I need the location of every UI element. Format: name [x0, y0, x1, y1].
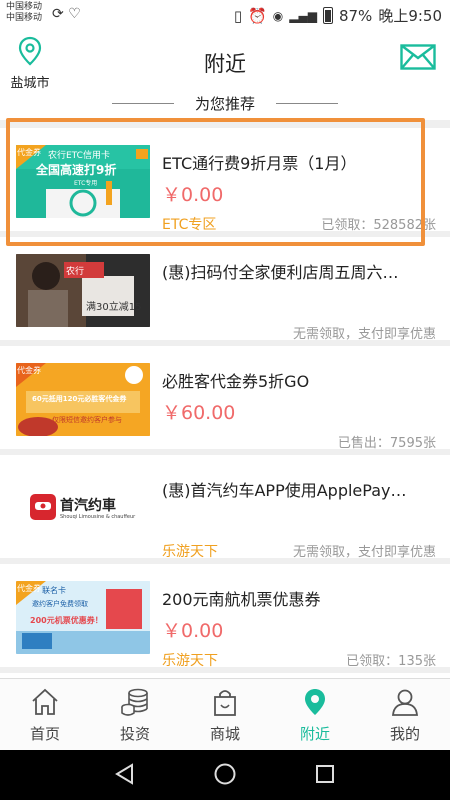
thumb-text: 全国高速打9折: [36, 163, 117, 177]
thumb-text: 联名卡: [42, 586, 66, 595]
mail-icon: [400, 44, 436, 70]
header: 盐城市 附近: [0, 30, 450, 91]
offer-meta: 已领取：135张: [346, 654, 436, 669]
tab-label: 首页: [29, 725, 60, 743]
offer-meta: 无需领取，支付即享优惠: [292, 545, 436, 560]
list-item[interactable]: 农行 满30立减15 (惠)扫码付全家便利店周五周六… 无需领取，支付即享优惠: [0, 237, 450, 342]
offer-title: (惠)扫码付全家便利店周五周六…: [162, 263, 399, 282]
offer-tag: ETC专区: [162, 217, 217, 233]
list-item[interactable]: 代金券 60元抵用120元必胜客代金券 仅限短信邀约客户参与 必胜客代金券5折G…: [0, 346, 450, 451]
clock: 晚上9:50: [378, 7, 442, 25]
thumb-text: 200元机票优惠券！: [30, 616, 103, 625]
list-item[interactable]: 代金券 农行ETC信用卡 全国高速打9折 ETC专用 ETC通行费9折月票（1月…: [0, 128, 450, 233]
offer-title: (惠)首汽约车APP使用ApplePay…: [162, 481, 407, 500]
thumb-text: 农行: [66, 267, 85, 277]
carrier-2: 中国移动: [6, 13, 43, 23]
offer-thumbnail: 代金券 60元抵用120元必胜客代金券 仅限短信邀约客户参与: [16, 363, 150, 436]
thumb-badge: 代金券: [17, 584, 41, 593]
offer-title: 200元南航机票优惠券: [162, 590, 321, 609]
battery-icon: [322, 7, 333, 24]
thumb-text: 仅限短信邀约客户参与: [52, 416, 122, 424]
sync-icon: ⟳: [52, 6, 64, 22]
divider-right: [276, 103, 338, 104]
offer-thumbnail: 代金券 农行ETC信用卡 全国高速打9折 ETC专用: [16, 145, 150, 218]
location-pin-icon: [305, 689, 325, 715]
thumb-badge: 代金券: [17, 366, 41, 375]
page-title: 附近: [204, 52, 246, 76]
coins-icon: [121, 688, 148, 716]
thumb-text: 农行ETC信用卡: [48, 151, 110, 161]
home-button[interactable]: [213, 762, 237, 790]
offer-price: ￥0.00: [162, 620, 224, 642]
offer-thumbnail: 代金券 联名卡 邀约客户免费领取 200元机票优惠券！: [16, 581, 150, 654]
thumb-text: ETC专用: [74, 180, 98, 187]
offer-tag: 乐游天下: [162, 653, 218, 669]
offer-title: ETC通行费9折月票（1月）: [162, 154, 357, 173]
notification-icons: ⟳ ♡: [52, 6, 81, 22]
tab-nearby[interactable]: 附近: [270, 679, 360, 750]
offer-thumbnail: 农行 满30立减15: [16, 254, 150, 327]
bottom-tab-bar: 首页 投资 商城 附近 我的: [0, 678, 450, 750]
thumb-text: 邀约客户免费领取: [32, 600, 88, 608]
recommend-label: 为您推荐: [194, 95, 255, 113]
tab-label: 附近: [299, 725, 330, 743]
alarm-icon: ⏰: [248, 6, 267, 25]
offer-thumbnail: 首汽约車 Shouqi Limousine & chauffeur: [16, 472, 150, 545]
message-button[interactable]: [400, 44, 436, 74]
tab-home[interactable]: 首页: [0, 679, 90, 750]
thumb-badge: 代金券: [17, 148, 41, 157]
tab-label: 商城: [209, 725, 240, 743]
tab-mine[interactable]: 我的: [360, 679, 450, 750]
battery-percent: 87%: [338, 6, 373, 25]
thumb-text: 满30立减15: [86, 302, 142, 313]
home-circle-icon: [214, 763, 236, 785]
shopping-bag-icon: [214, 690, 236, 716]
user-icon: [392, 689, 418, 716]
list-item[interactable]: 代金券 联名卡 邀约客户免费领取 200元机票优惠券！ 200元南航机票优惠券 …: [0, 564, 450, 669]
offer-meta: 已领取：528582张: [321, 218, 436, 233]
recents-square-icon: [316, 765, 334, 783]
heart-rate-icon: ♡: [68, 6, 81, 22]
offer-title: 必胜客代金券5折GO: [162, 372, 310, 391]
offer-list: 代金券 农行ETC信用卡 全国高速打9折 ETC专用 ETC通行费9折月票（1月…: [0, 120, 450, 678]
offer-meta: 已售出：7595张: [337, 436, 436, 451]
back-triangle-icon: [115, 763, 133, 785]
offer-price: ￥60.00: [162, 402, 236, 424]
tab-invest[interactable]: 投资: [90, 679, 180, 750]
back-button[interactable]: [113, 762, 137, 790]
tab-mall[interactable]: 商城: [180, 679, 270, 750]
carrier-1: 中国移动: [6, 2, 43, 12]
offer-tag: 乐游天下: [162, 544, 218, 560]
status-bar: 中国移动 中国移动 ⟳ ♡ ▯ ⏰ ◉ ▂▄▆ 87% 晚上9:50: [0, 0, 450, 30]
system-nav-bar: [0, 750, 450, 800]
carrier-info: 中国移动 中国移动: [6, 2, 42, 24]
eye-icon: ◉: [272, 8, 284, 23]
recommend-header: 为您推荐: [0, 92, 450, 114]
thumb-text: Shouqi Limousine & chauffeur: [60, 514, 136, 520]
tab-label: 投资: [119, 725, 150, 743]
offer-meta: 无需领取，支付即享优惠: [292, 327, 436, 342]
offer-price: ￥0.00: [162, 184, 224, 206]
status-right: ▯ ⏰ ◉ ▂▄▆ 87% 晚上9:50: [234, 5, 442, 26]
thumb-text: 60元抵用120元必胜客代金券: [32, 395, 127, 403]
recents-button[interactable]: [313, 762, 337, 790]
list-item[interactable]: 首汽约車 Shouqi Limousine & chauffeur (惠)首汽约…: [0, 455, 450, 560]
thumb-logo-text: 首汽约車: [60, 498, 116, 514]
vibrate-icon: ▯: [233, 6, 243, 25]
signal-icon: ▂▄▆: [289, 8, 317, 23]
tab-label: 我的: [389, 725, 420, 743]
home-icon: [32, 688, 58, 715]
